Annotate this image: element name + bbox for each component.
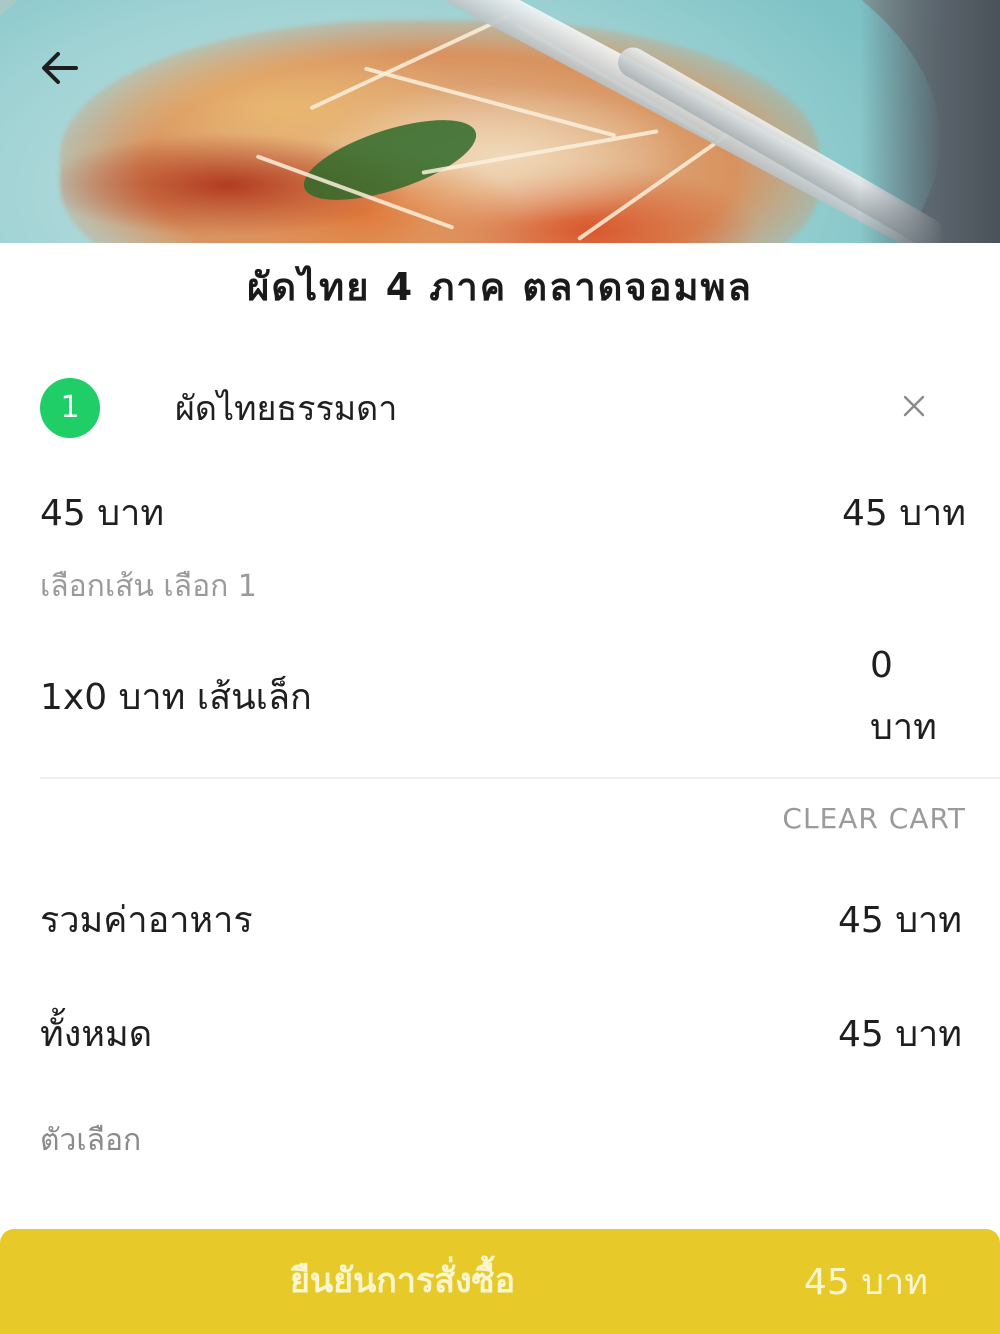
- divider: [40, 777, 1000, 779]
- cart-screen: ผัดไทย 4 ภาค ตลาดจอมพล 1 ผัดไทยธรรมดา 45…: [0, 0, 1000, 1334]
- food-total-value: 45 บาท: [837, 900, 962, 941]
- table-edge-shape: [860, 0, 1000, 243]
- back-button[interactable]: [30, 40, 90, 100]
- confirm-order-price: 45 บาท: [803, 1262, 928, 1303]
- item-unit-price: 45 บาท: [40, 493, 165, 534]
- remove-item-button[interactable]: [894, 388, 934, 428]
- arrow-left-icon: [38, 46, 82, 94]
- confirm-order-button[interactable]: ยืนยันการสั่งซื้อ 45 บาท: [0, 1229, 1000, 1334]
- grand-total-value: 45 บาท: [837, 1014, 962, 1055]
- option-group-label: เลือกเส้น เลือก 1: [40, 569, 257, 604]
- item-name: ผัดไทยธรรมดา: [175, 389, 398, 429]
- item-line-total: 45 บาท: [841, 493, 966, 534]
- option-line: 1x0 บาท เส้นเล็ก: [40, 677, 312, 718]
- options-section-label: ตัวเลือก: [40, 1123, 142, 1158]
- confirm-order-label: ยืนยันการสั่งซื้อ: [289, 1261, 516, 1301]
- clear-cart-button[interactable]: CLEAR CART: [782, 800, 966, 838]
- food-total-label: รวมค่าอาหาร: [40, 900, 253, 941]
- option-price-unit: บาท: [870, 707, 937, 748]
- food-hero-image: [0, 0, 1000, 243]
- option-price-value: 0: [870, 645, 893, 686]
- quantity-badge: 1: [40, 378, 100, 438]
- close-icon: [902, 394, 926, 422]
- store-title: ผัดไทย 4 ภาค ตลาดจอมพล: [247, 265, 753, 309]
- grand-total-label: ทั้งหมด: [40, 1014, 153, 1055]
